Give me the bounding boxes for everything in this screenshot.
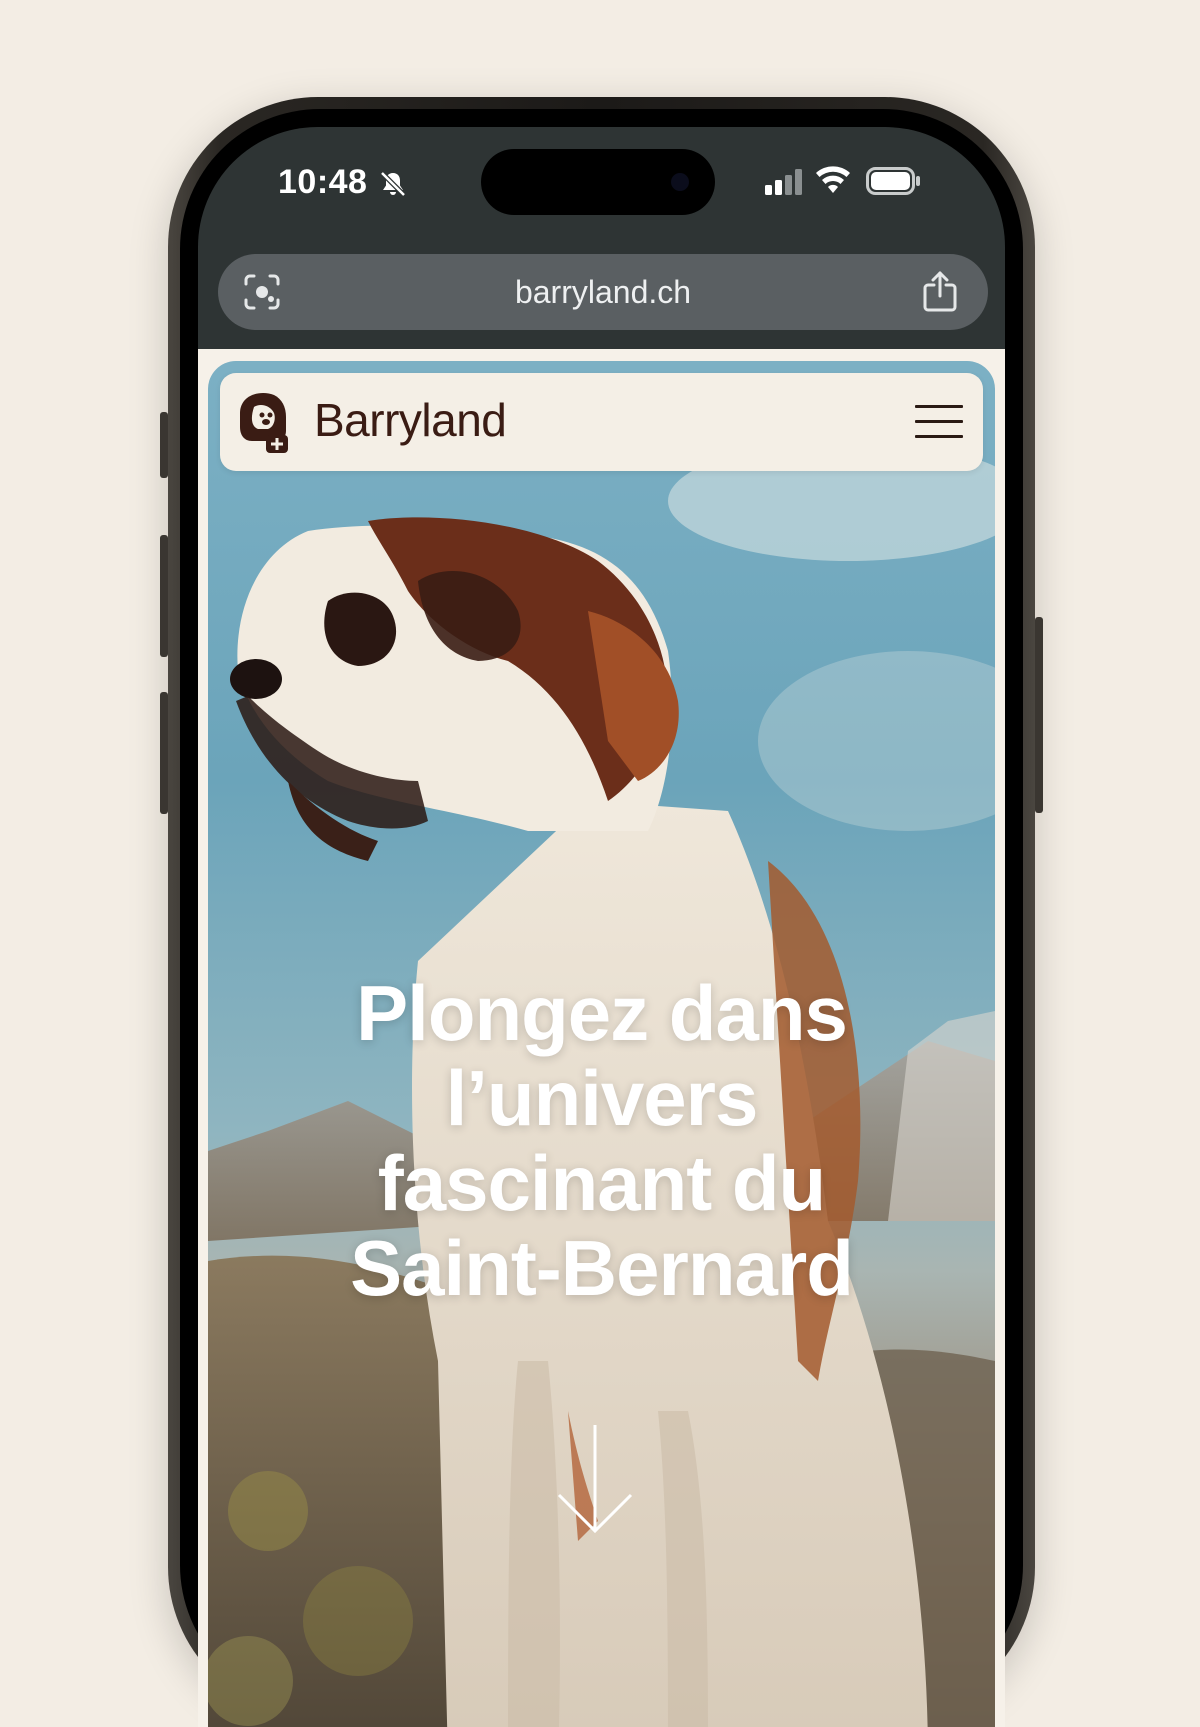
menu-line — [915, 420, 963, 423]
site-header: Barryland — [220, 373, 983, 471]
phone-screen: 10:48 barryland.ch Barryland Plongez dan… — [198, 127, 1005, 1727]
menu-line — [915, 435, 963, 438]
menu-line — [915, 405, 963, 408]
headline-line-4: Saint-Bernard — [350, 1224, 854, 1312]
power-button — [1035, 617, 1043, 813]
share-icon[interactable] — [922, 270, 958, 312]
battery-icon — [866, 167, 920, 195]
phone-frame: 10:48 barryland.ch Barryland Plongez dan… — [160, 97, 1043, 1727]
status-bar: 10:48 — [198, 127, 1005, 247]
web-content: Barryland Plongez dans l’univers fascina… — [198, 349, 1005, 1727]
front-camera — [671, 173, 689, 191]
volume-up-button — [160, 535, 168, 657]
dynamic-island — [481, 149, 715, 215]
headline-line-2: l’univers — [445, 1054, 759, 1142]
bell-slash-icon — [380, 171, 406, 197]
address-bar[interactable]: barryland.ch — [218, 254, 988, 330]
headline-line-3: fascinant du — [377, 1139, 826, 1227]
wifi-icon — [816, 166, 850, 193]
url-text[interactable]: barryland.ch — [218, 274, 988, 311]
headline-line-1: Plongez dans — [356, 969, 848, 1057]
hamburger-menu-icon[interactable] — [915, 405, 963, 441]
hero-section: Barryland Plongez dans l’univers fascina… — [208, 361, 995, 1727]
cellular-signal-icon — [765, 169, 802, 195]
saint-bernard-logo[interactable] — [232, 387, 302, 457]
action-button — [160, 412, 168, 478]
hero-headline: Plongez dans l’univers fascinant du Sain… — [208, 971, 995, 1311]
brand-name[interactable]: Barryland — [314, 393, 507, 447]
volume-down-button — [160, 692, 168, 814]
status-time: 10:48 — [278, 163, 368, 201]
arrow-down-icon[interactable] — [555, 1421, 635, 1541]
